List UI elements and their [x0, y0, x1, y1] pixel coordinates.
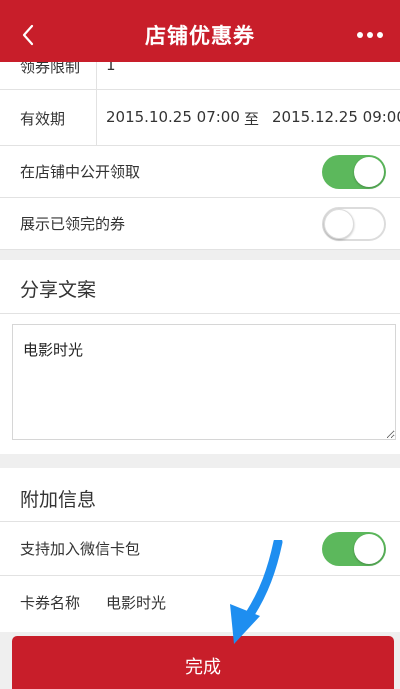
validity-start[interactable]: 2015.10.25 07:00 — [106, 108, 240, 126]
page-title: 店铺优惠券 — [145, 24, 255, 48]
more-horizontal-icon — [357, 32, 383, 38]
limit-value[interactable]: 1 — [106, 62, 116, 74]
limit-label: 领券限制 — [20, 62, 81, 76]
card-name-value[interactable]: 电影时光 — [106, 592, 166, 613]
back-button[interactable] — [14, 21, 42, 49]
row-divider — [96, 90, 97, 146]
card-name-label: 卡券名称 — [20, 594, 81, 612]
extra-section-title: 附加信息 — [20, 489, 97, 511]
validity-separator: 至 — [244, 110, 260, 128]
extra-section-header: 附加信息 — [0, 468, 400, 522]
public-claim-toggle[interactable] — [322, 155, 386, 189]
chevron-left-icon — [22, 24, 34, 46]
validity-end[interactable]: 2015.12.25 09:00 — [272, 108, 400, 126]
toggle-knob — [354, 157, 384, 187]
show-claimed-label: 展示已领完的券 — [20, 215, 126, 233]
scroll-content[interactable]: 领券限制 1 有效期 2015.10.25 07:00 至 2015.12.25… — [0, 62, 400, 689]
show-claimed-toggle[interactable] — [322, 207, 386, 241]
card-name-row[interactable]: 卡券名称 电影时光 — [0, 576, 400, 632]
limit-row[interactable]: 领券限制 1 — [0, 62, 400, 90]
nav-bar: 店铺优惠券 — [0, 8, 400, 62]
share-text-wrap: 电影时光 — [0, 314, 400, 454]
wechat-card-label: 支持加入微信卡包 — [20, 540, 141, 558]
public-claim-label: 在店铺中公开领取 — [20, 163, 141, 181]
row-divider — [96, 62, 97, 90]
toggle-knob — [354, 534, 384, 564]
wechat-card-toggle[interactable] — [322, 532, 386, 566]
status-bar — [0, 0, 400, 8]
share-text-input[interactable]: 电影时光 — [12, 324, 396, 440]
toggle-knob — [324, 209, 354, 239]
share-section-header: 分享文案 — [0, 260, 400, 314]
show-claimed-row: 展示已领完的券 — [0, 198, 400, 250]
share-section-title: 分享文案 — [20, 279, 97, 301]
more-button[interactable] — [352, 21, 388, 49]
validity-label: 有效期 — [20, 110, 66, 128]
done-button[interactable]: 完成 — [12, 636, 394, 689]
validity-row[interactable]: 有效期 2015.10.25 07:00 至 2015.12.25 09:00 — [0, 90, 400, 146]
wechat-card-row: 支持加入微信卡包 — [0, 522, 400, 576]
public-claim-row: 在店铺中公开领取 — [0, 146, 400, 198]
annotation-arrow-icon — [230, 540, 283, 644]
